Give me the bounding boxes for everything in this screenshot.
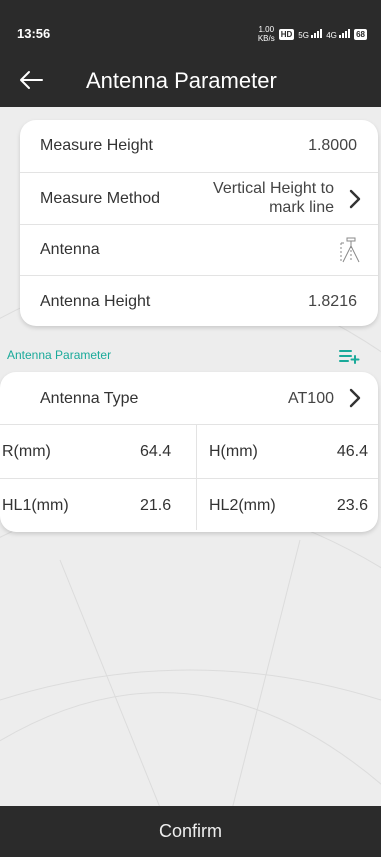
antenna-type-card: Antenna Type AT100 R(mm) 64.4 H(mm) 46.4… xyxy=(0,372,378,532)
h-label: H(mm) xyxy=(209,443,258,460)
list-add-icon[interactable] xyxy=(338,348,360,364)
measure-method-label: Measure Method xyxy=(40,190,161,207)
top-bar: 13:56 1.00 KB/s HD 5G 4G 68 Antenna Param… xyxy=(0,0,381,107)
antenna-type-label: Antenna Type xyxy=(40,390,139,407)
measure-method-value: Vertical Height to mark line xyxy=(213,180,334,216)
antenna-row[interactable]: Antenna xyxy=(20,224,378,276)
antenna-tripod-icon[interactable] xyxy=(340,237,362,263)
hl2-value[interactable]: 23.6 xyxy=(337,497,368,515)
r-label: R(mm) xyxy=(2,443,51,460)
confirm-button[interactable]: Confirm xyxy=(0,806,381,857)
net-speed: 1.00 KB/s xyxy=(257,25,275,43)
measure-height-row[interactable]: Measure Height 1.8000 xyxy=(20,120,378,172)
antenna-height-value: 1.8216 xyxy=(308,293,357,310)
measure-card: Measure Height 1.8000 Measure Method Ver… xyxy=(20,120,378,326)
hl-row: HL1(mm) 21.6 HL2(mm) 23.6 xyxy=(0,478,378,532)
r-value[interactable]: 64.4 xyxy=(140,443,171,461)
signal-5g: 5G xyxy=(298,28,323,40)
chevron-right-icon xyxy=(349,189,361,209)
status-icons: 1.00 KB/s HD 5G 4G 68 xyxy=(258,25,367,43)
antenna-type-value: AT100 xyxy=(288,390,334,407)
measure-method-row[interactable]: Measure Method Vertical Height to mark li… xyxy=(20,172,378,225)
measure-height-label: Measure Height xyxy=(40,137,153,154)
antenna-height-label: Antenna Height xyxy=(40,293,151,310)
measure-height-value[interactable]: 1.8000 xyxy=(308,137,357,155)
section-label: Antenna Parameter xyxy=(7,348,112,362)
hl1-value[interactable]: 21.6 xyxy=(140,497,171,515)
status-time: 13:56 xyxy=(17,26,51,41)
antenna-label: Antenna xyxy=(40,241,100,258)
chevron-right-icon xyxy=(349,388,361,408)
hd-badge: HD xyxy=(278,28,295,40)
grid-divider xyxy=(196,424,197,530)
antenna-type-row[interactable]: Antenna Type AT100 xyxy=(0,372,378,424)
battery-icon: 68 xyxy=(354,28,367,40)
r-h-row: R(mm) 64.4 H(mm) 46.4 xyxy=(0,424,378,479)
page-title: Antenna Parameter xyxy=(86,68,277,93)
antenna-height-row[interactable]: Antenna Height 1.8216 xyxy=(20,275,378,326)
hl1-label: HL1(mm) xyxy=(2,497,69,514)
arrow-left-icon[interactable] xyxy=(18,68,44,92)
h-value[interactable]: 46.4 xyxy=(337,443,368,461)
hl2-label: HL2(mm) xyxy=(209,497,276,514)
signal-4g: 4G xyxy=(326,28,351,40)
